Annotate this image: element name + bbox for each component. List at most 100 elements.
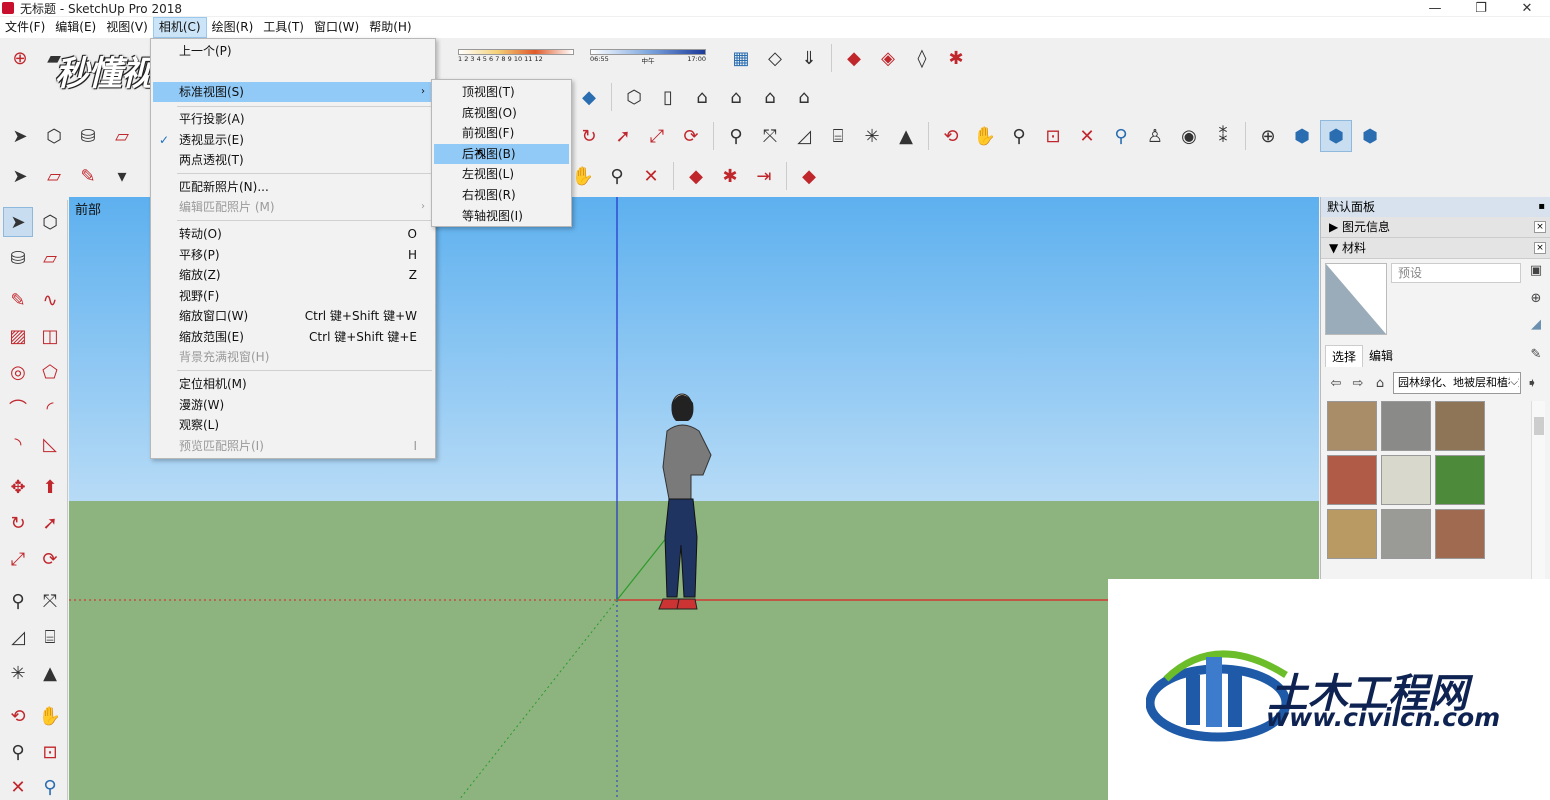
- left-text-icon[interactable]: ⌸: [35, 622, 65, 652]
- left-dimension-icon[interactable]: ⤧: [35, 586, 65, 616]
- material-swatch-5[interactable]: [1381, 455, 1431, 505]
- tab-edit[interactable]: 编辑: [1363, 345, 1399, 367]
- menu-item-two-point-perspective[interactable]: 两点透视(T): [153, 150, 433, 170]
- forward-arrow-icon[interactable]: ⇨: [1347, 376, 1369, 391]
- previous-view-icon[interactable]: ⚲: [1105, 120, 1137, 152]
- menu-item-field-of-view[interactable]: 视野(F): [153, 286, 433, 306]
- material-swatch-2[interactable]: [1381, 401, 1431, 451]
- left-pan-icon[interactable]: ✋: [35, 701, 65, 731]
- menu-item-parallel-projection[interactable]: 平行投影(A): [153, 109, 433, 129]
- position-camera-icon[interactable]: ♙: [1139, 120, 1171, 152]
- dropdown-arrow-icon[interactable]: ▾: [106, 160, 138, 192]
- eyedropper-icon[interactable]: ✎: [1528, 347, 1544, 363]
- submenu-item-left[interactable]: 左视图(L): [434, 164, 569, 184]
- material-swatch-4[interactable]: [1327, 455, 1377, 505]
- menu-tools[interactable]: 工具(T): [258, 17, 309, 38]
- menu-item-perspective[interactable]: ✓ 透视显示(E): [153, 130, 433, 150]
- menu-help[interactable]: 帮助(H): [364, 17, 416, 38]
- menu-item-previous[interactable]: 上一个(P): [153, 41, 433, 61]
- material-swatch-9[interactable]: [1435, 509, 1485, 559]
- back-arrow-icon[interactable]: ⇦: [1325, 376, 1347, 391]
- submenu-item-back[interactable]: 后视图(B): [434, 144, 569, 164]
- left-rotate-icon[interactable]: ↻: [3, 508, 33, 538]
- menu-item-standard-views[interactable]: 标准视图(S) ›: [153, 82, 433, 102]
- submenu-item-right[interactable]: 右视图(R): [434, 185, 569, 205]
- material-swatch-7[interactable]: [1327, 509, 1377, 559]
- left-rectangle-icon[interactable]: ▨: [3, 321, 33, 351]
- submenu-item-front[interactable]: 前视图(F): [434, 123, 569, 143]
- left-2pt-arc-icon[interactable]: ◜: [35, 393, 65, 423]
- left-component-icon[interactable]: ⬡: [35, 207, 65, 237]
- select-arrow-icon[interactable]: ➤: [4, 120, 36, 152]
- protractor-icon[interactable]: ◿: [788, 120, 820, 152]
- extension-warehouse-icon[interactable]: ✱: [940, 42, 972, 74]
- left-scale-icon[interactable]: ⤢: [3, 544, 33, 574]
- back-edges-style-icon[interactable]: ▯: [652, 81, 684, 113]
- shaded-house-icon[interactable]: ⌂: [754, 81, 786, 113]
- left-3dtext-icon[interactable]: ▲: [35, 658, 65, 688]
- left-arc-icon[interactable]: ⌒: [3, 393, 33, 423]
- menu-item-match-new-photo[interactable]: 匹配新照片(N)...: [153, 177, 433, 197]
- left-pencil-icon[interactable]: ✎: [3, 285, 33, 315]
- zoom-window-icon[interactable]: ⊡: [1037, 120, 1069, 152]
- menu-window[interactable]: 窗口(W): [309, 17, 364, 38]
- pan-hand-icon[interactable]: ✋: [969, 120, 1001, 152]
- share-component-icon[interactable]: ◊: [906, 42, 938, 74]
- material-name-input[interactable]: 预设: [1391, 263, 1521, 283]
- select-tool-icon[interactable]: ➤: [4, 160, 36, 192]
- submenu-item-iso[interactable]: 等轴视图(I): [434, 206, 569, 226]
- follow-me-icon[interactable]: ➚: [607, 120, 639, 152]
- menu-item-pan[interactable]: 平移(P) H: [153, 245, 433, 265]
- display-section-cuts-icon[interactable]: ⬢: [1320, 120, 1352, 152]
- left-pushpull-icon[interactable]: ⬆: [35, 472, 65, 502]
- make-component-icon[interactable]: ⬡: [38, 120, 70, 152]
- menu-edit[interactable]: 编辑(E): [50, 17, 101, 38]
- left-zoomwindow-icon[interactable]: ⊡: [35, 737, 65, 767]
- pencil-line-icon[interactable]: ✎: [72, 160, 104, 192]
- text-tool-icon[interactable]: ⌸: [822, 120, 854, 152]
- section-plane-icon[interactable]: ⊕: [1252, 120, 1284, 152]
- xray-style-icon[interactable]: ⬡: [618, 81, 650, 113]
- 3d-text-icon[interactable]: ▲: [890, 120, 922, 152]
- warehouse-icon[interactable]: ◆: [838, 42, 870, 74]
- left-select-icon[interactable]: ➤: [3, 207, 33, 237]
- 3d-warehouse-icon[interactable]: ◆: [680, 160, 712, 192]
- wireframe-house-icon[interactable]: ⌂: [686, 81, 718, 113]
- left-rotated-rect-icon[interactable]: ◫: [35, 321, 65, 351]
- collection-dropdown[interactable]: 园林绿化、地被层和植被 ⌵: [1393, 372, 1521, 394]
- home-icon[interactable]: ⌂: [1369, 376, 1391, 391]
- menu-item-zoom-extents[interactable]: 缩放范围(E) Ctrl 键+Shift 键+E: [153, 327, 433, 347]
- material-swatch-8[interactable]: [1381, 509, 1431, 559]
- geo-location-icon[interactable]: ▦: [725, 42, 757, 74]
- left-move-icon[interactable]: ✥: [3, 472, 33, 502]
- left-offset-icon[interactable]: ⟳: [35, 544, 65, 574]
- iso-view-icon[interactable]: ◆: [573, 81, 605, 113]
- tab-select[interactable]: 选择: [1325, 345, 1364, 367]
- menu-item-look-around[interactable]: 观察(L): [153, 415, 433, 435]
- axes-icon[interactable]: ✳: [856, 120, 888, 152]
- left-3pt-arc-icon[interactable]: ◝: [3, 429, 33, 459]
- left-protractor-icon[interactable]: ◿: [3, 622, 33, 652]
- close-button[interactable]: ✕: [1504, 0, 1550, 16]
- offset-icon[interactable]: ⟳: [675, 120, 707, 152]
- left-axes-icon[interactable]: ✳: [3, 658, 33, 688]
- upload-model-icon[interactable]: ⇥: [748, 160, 780, 192]
- left-circle-icon[interactable]: ◎: [3, 357, 33, 387]
- material-swatch-3[interactable]: [1435, 401, 1485, 451]
- material-swatch-1[interactable]: [1327, 401, 1377, 451]
- close-materials-icon[interactable]: ×: [1534, 242, 1546, 254]
- material-swatch-6[interactable]: [1435, 455, 1485, 505]
- minimize-button[interactable]: —: [1412, 0, 1458, 16]
- menu-item-orbit[interactable]: 转动(O) O: [153, 224, 433, 244]
- tape-measure-icon[interactable]: ⚲: [720, 120, 752, 152]
- submenu-item-top[interactable]: 顶视图(T): [434, 82, 569, 102]
- shadow-month-slider[interactable]: 1 2 3 4 5 6 7 8 9 10 11 12: [458, 49, 574, 69]
- left-polygon-icon[interactable]: ⬠: [35, 357, 65, 387]
- left-zoom-icon[interactable]: ⚲: [3, 737, 33, 767]
- entity-info-section[interactable]: ▶ 图元信息 ×: [1321, 217, 1550, 238]
- add-location-icon[interactable]: ⊕: [4, 42, 36, 74]
- left-prevview-icon[interactable]: ⚲: [35, 772, 65, 800]
- eraser-icon[interactable]: ▱: [106, 120, 138, 152]
- left-pie-icon[interactable]: ◺: [35, 429, 65, 459]
- eraser-tool-icon[interactable]: ▱: [38, 160, 70, 192]
